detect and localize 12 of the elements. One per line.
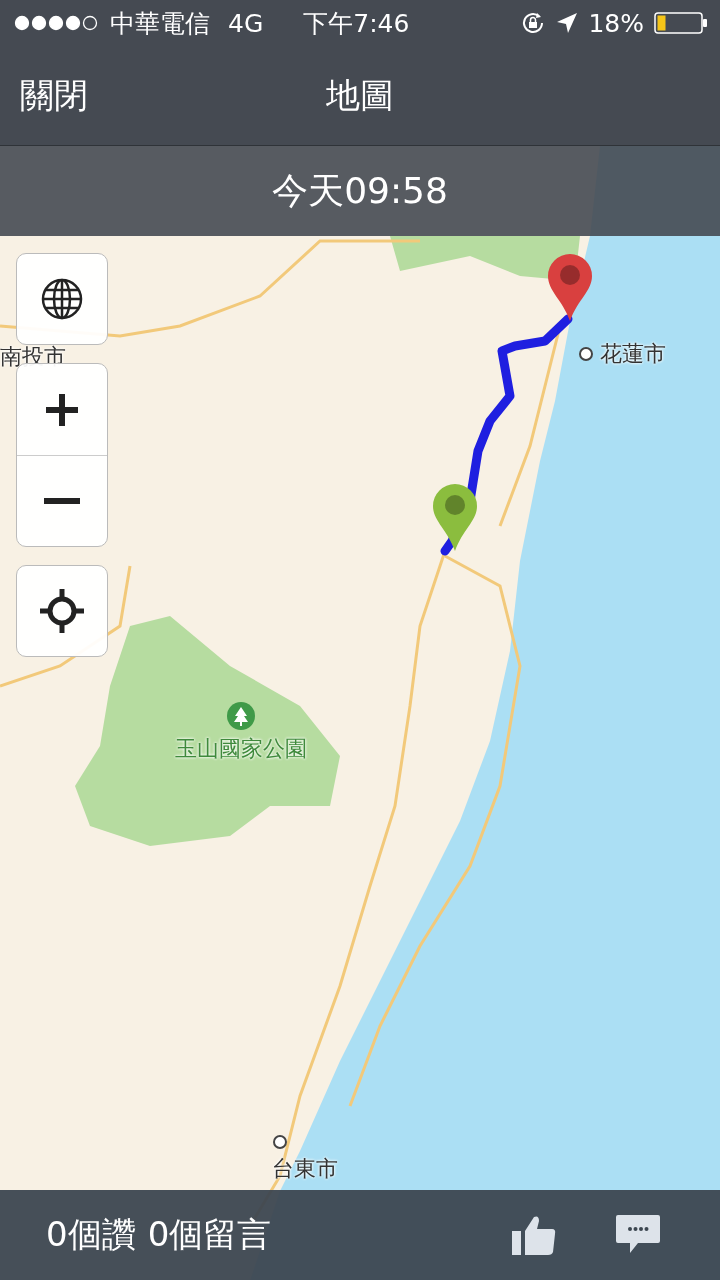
network-type: 4G [228,8,264,38]
city-label: 台東市 [272,1155,338,1183]
carrier-name: 中華電信 [110,7,210,40]
park-label: 玉山國家公園 [175,735,307,763]
likes-count: 0個讚 [46,1213,136,1256]
close-button[interactable]: 關閉 [20,72,88,119]
status-time: 下午7:46 [303,7,410,40]
battery-percentage: 18% [588,8,644,38]
comments-count: 0個留言 [147,1213,272,1256]
city-label: 花蓮市 [600,340,666,368]
nav-title: 地圖 [326,73,394,117]
timestamp-label: 今天09:58 [272,168,448,213]
